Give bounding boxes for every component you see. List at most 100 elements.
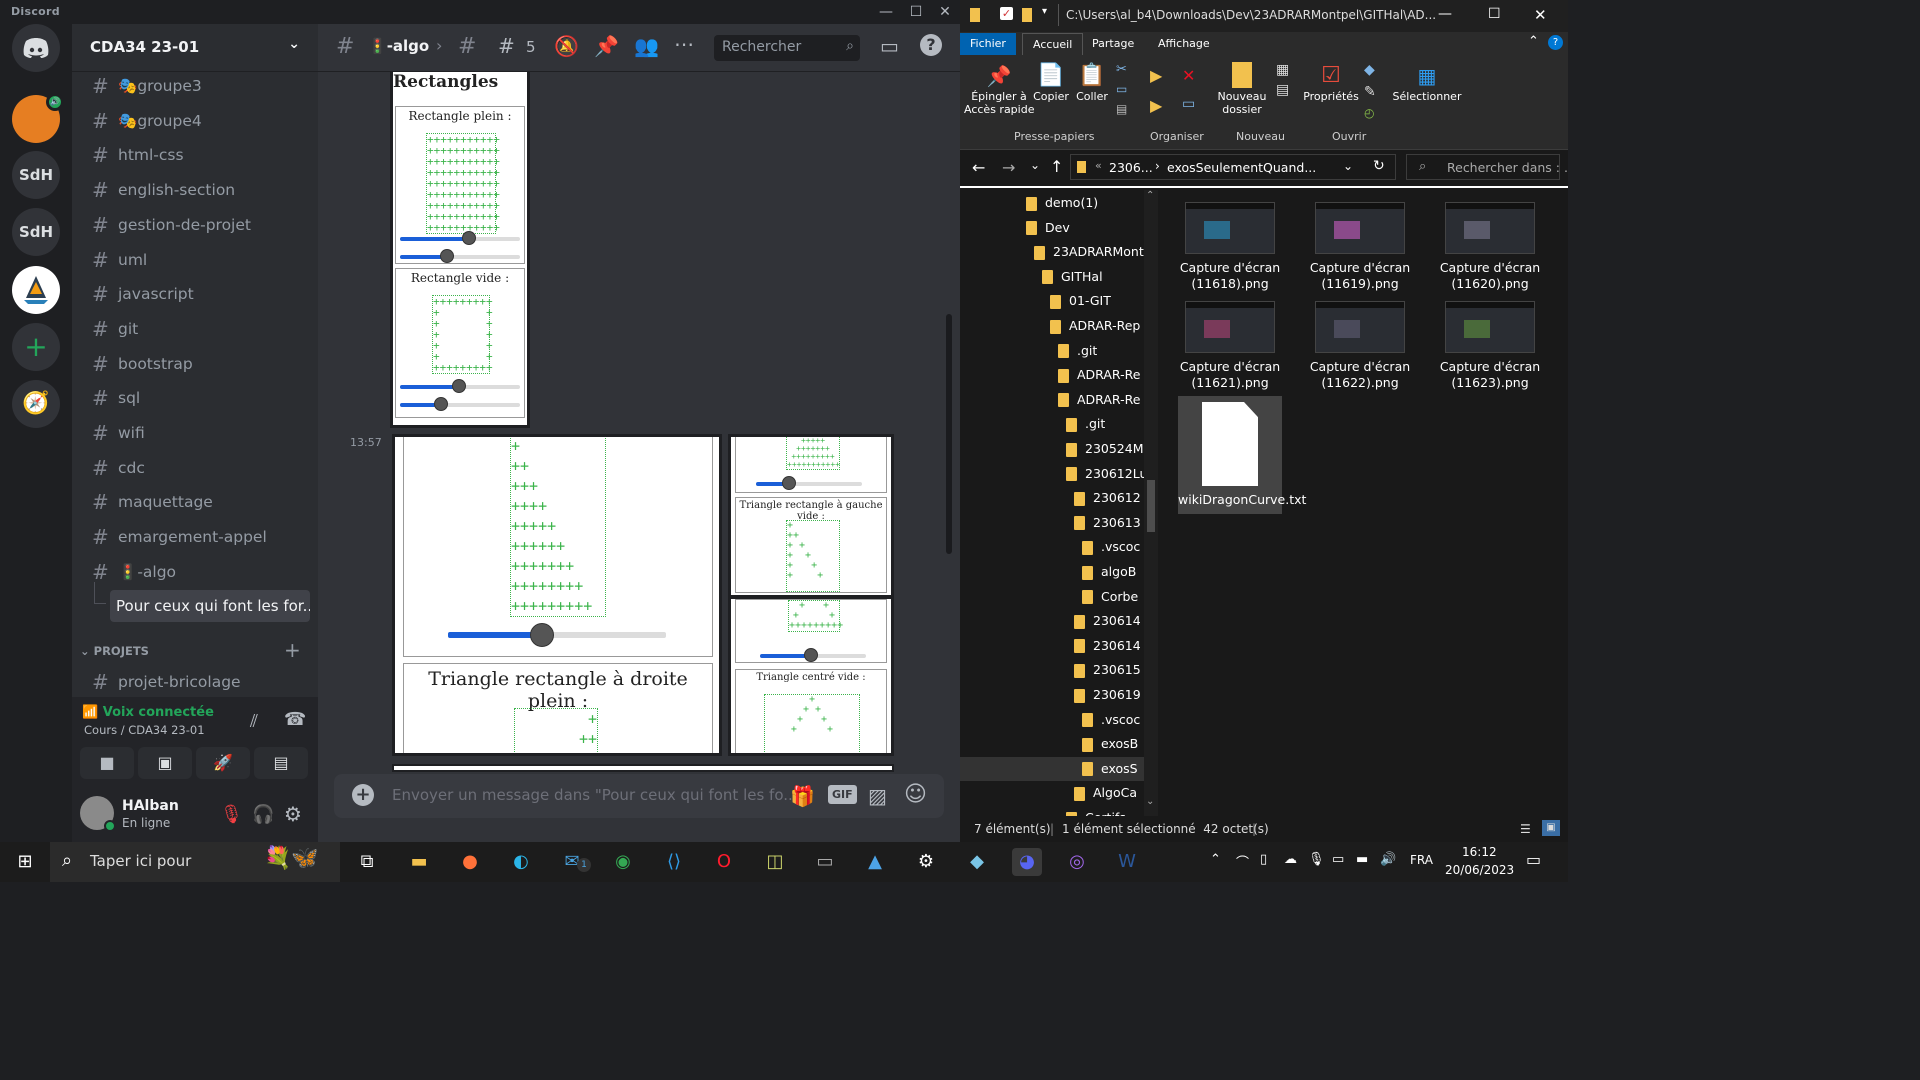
tree-item[interactable]: 23ADRARMont [1034, 240, 1144, 264]
clock-time[interactable]: 16:12 [1462, 845, 1497, 859]
back-arrow-icon[interactable]: ← [972, 158, 985, 177]
noise-suppression-icon[interactable]: ⫽ [250, 711, 258, 732]
activity-rocket-icon[interactable]: 🚀 [196, 747, 250, 779]
sidebar-item-channel[interactable]: # 🎭groupe3 [80, 70, 310, 102]
delete-icon[interactable]: ✕ [1182, 66, 1195, 85]
app-window-icon[interactable]: ▭ [810, 848, 840, 876]
vscode-icon[interactable]: ⟨⟩ [659, 848, 689, 876]
help-icon[interactable]: ? [1548, 35, 1563, 50]
search-input[interactable]: Rechercher ⌕ [714, 35, 860, 61]
tree-item[interactable]: .git [1058, 339, 1144, 363]
copy-to-icon[interactable]: ▶ [1150, 96, 1162, 115]
notification-muted-icon[interactable]: 🔕 [554, 34, 579, 58]
category-projets[interactable]: ⌄ PROJETS [80, 644, 149, 658]
tab-fichier[interactable]: Fichier [960, 33, 1016, 55]
chrome-icon[interactable]: ◉ [608, 848, 638, 876]
tree-item[interactable]: 230614 [1074, 634, 1144, 658]
attachment-triangles-small[interactable]: +++++ +++++++ +++++++++ +++++++++++ Triangl… [728, 434, 894, 756]
move-to-icon[interactable]: ▶ [1150, 66, 1162, 85]
maximize-icon[interactable]: ☐ [902, 2, 930, 22]
server-header[interactable]: CDA34 23-01 ⌄ [72, 24, 318, 72]
history-icon[interactable]: ◴ [1364, 106, 1374, 120]
add-attachment-icon[interactable]: + [352, 784, 374, 806]
tab-affichage[interactable]: Affichage [1148, 33, 1220, 55]
copy-button[interactable]: 📄 Copier [1032, 62, 1070, 103]
file-item[interactable]: Capture d'écran (11619).png [1308, 202, 1412, 292]
tree-item[interactable]: ADRAR-Re [1058, 363, 1144, 387]
quick-access-dropdown-icon[interactable]: ▾ [1042, 6, 1047, 17]
sidebar-item-channel[interactable]: # javascript [80, 278, 310, 310]
properties-check-icon[interactable]: ✓ [1000, 7, 1013, 20]
voice-location[interactable]: Cours / CDA34 23-01 [84, 723, 205, 737]
language-indicator[interactable]: FRA [1410, 853, 1433, 867]
discord-home-icon[interactable] [12, 24, 60, 72]
chat-scrollbar[interactable] [946, 314, 952, 554]
rect-full-height-slider[interactable] [400, 249, 520, 263]
notes-icon[interactable]: ◆ [962, 848, 992, 876]
tab-accueil[interactable]: Accueil [1022, 33, 1084, 55]
app-icon[interactable]: ◫ [760, 848, 790, 876]
sidebar-item-channel[interactable]: # emargement-appel [80, 521, 310, 553]
tree-item[interactable]: demo(1) [1026, 191, 1144, 215]
tree-item[interactable]: .vscoc [1082, 535, 1144, 559]
tree-item[interactable]: 230619 [1074, 683, 1144, 707]
pin-icon[interactable]: 📌 [594, 34, 619, 58]
open-icon[interactable]: ◆ [1364, 62, 1375, 78]
gif-button[interactable]: GIF [828, 785, 857, 804]
word-icon[interactable]: W [1112, 848, 1142, 876]
message-input[interactable]: Envoyer un message dans "Pour ceux qui f… [392, 786, 798, 804]
breadcrumb-current[interactable]: exosSeulementQuand... [1167, 160, 1316, 175]
new-folder-button[interactable]: Nouveau dossier [1214, 62, 1270, 116]
add-channel-icon[interactable]: + [284, 638, 301, 662]
display-icon[interactable]: ▭ [1332, 852, 1344, 867]
file-item[interactable]: Capture d'écran (11623).png [1438, 301, 1542, 391]
sidebar-item-channel[interactable]: # cdc [80, 452, 310, 484]
file-item[interactable]: Capture d'écran (11622).png [1308, 301, 1412, 391]
sidebar-item-channel[interactable]: # sql [80, 382, 310, 414]
close-icon[interactable]: ✕ [1534, 6, 1547, 24]
sidebar-item-channel[interactable]: # 🎭groupe4 [80, 105, 310, 137]
sidebar-item-channel[interactable]: # bootstrap [80, 348, 310, 380]
gift-icon[interactable]: 🎁 [790, 784, 815, 808]
attachment-triangle-right[interactable]: + ++ +++ ++++ +++++ ++++++ +++++++ ++++++++ ++++… [392, 434, 722, 756]
server-sdh-2[interactable]: SdH [12, 208, 60, 256]
large-icons-view-icon[interactable]: ▣ [1542, 820, 1560, 836]
rect-full-width-slider[interactable] [400, 231, 520, 245]
tree-item[interactable]: 230613 [1074, 511, 1144, 535]
network-icon[interactable]: ⌒ [1236, 852, 1249, 871]
sticker-icon[interactable]: ▨ [868, 784, 887, 808]
tree-item[interactable]: 230612 [1074, 486, 1144, 510]
battery-icon[interactable]: ▬ [1356, 852, 1368, 867]
forward-arrow-icon[interactable]: → [1002, 158, 1015, 177]
screen-share-icon[interactable]: ▣ [138, 747, 192, 779]
server-cda-avatar[interactable]: 🔊 [12, 93, 64, 143]
tree-item[interactable]: 230614 [1074, 609, 1144, 633]
tab-partage[interactable]: Partage [1082, 33, 1144, 55]
file-item[interactable]: Capture d'écran (11620).png [1438, 202, 1542, 292]
minimize-icon[interactable]: — [1438, 6, 1452, 22]
tree-item[interactable]: algoB [1082, 560, 1144, 584]
copy-path-icon[interactable]: ▭ [1116, 82, 1127, 96]
tree-item[interactable]: GITHal [1042, 265, 1144, 289]
triangle-small-top-slider[interactable] [756, 476, 862, 490]
threads-icon[interactable]: # [498, 34, 515, 58]
inbox-icon[interactable]: ▭ [880, 34, 899, 58]
tree-item[interactable]: exosB [1082, 732, 1144, 756]
add-server-icon[interactable]: + [12, 323, 60, 371]
file-item[interactable]: Capture d'écran (11621).png [1178, 301, 1282, 391]
tree-item[interactable]: Dev [1026, 216, 1144, 240]
refresh-icon[interactable]: ↻ [1373, 158, 1385, 174]
camera-icon[interactable]: ■ [80, 747, 134, 779]
tree-item[interactable]: .vscoc [1082, 708, 1144, 732]
sidebar-item-channel[interactable]: # gestion-de-projet [80, 209, 310, 241]
minimize-icon[interactable]: — [872, 2, 900, 22]
members-icon[interactable]: 👥 [634, 34, 659, 58]
triangle-size-slider[interactable] [448, 623, 666, 647]
channel-projet-bricolage[interactable]: # projet-bricolage [80, 666, 310, 698]
avatar[interactable] [80, 796, 116, 832]
edge-icon[interactable]: ◐ [506, 848, 536, 876]
triangle-center-slider[interactable] [760, 648, 866, 662]
recent-dropdown-icon[interactable]: ⌄ [1030, 158, 1040, 172]
sidebar-item-channel[interactable]: # html-css [80, 139, 310, 171]
chat-channel-name[interactable]: 🚦-algo [368, 37, 429, 55]
